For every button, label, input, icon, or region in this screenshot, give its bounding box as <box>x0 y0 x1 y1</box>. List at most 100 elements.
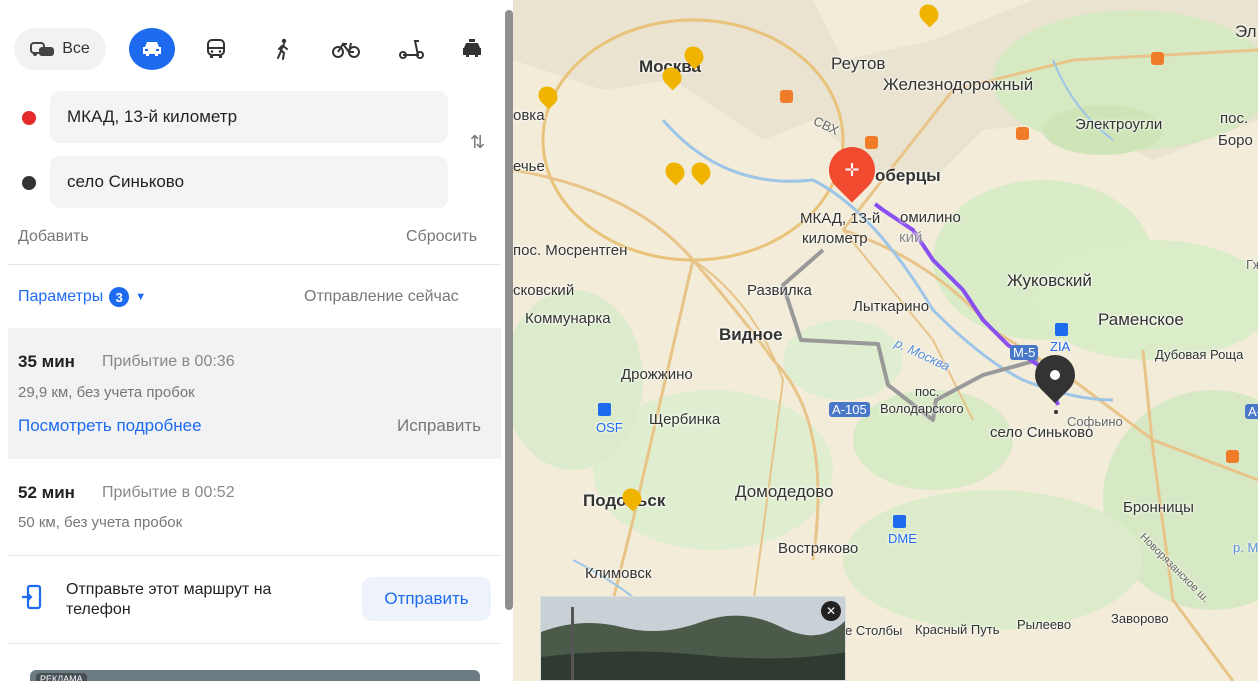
route-arrival: Прибытие в 00:36 <box>102 353 235 370</box>
mode-bus-button[interactable] <box>199 28 233 70</box>
map-label-el[interactable]: Эл <box>1235 22 1257 42</box>
parameters-label: Параметры <box>18 288 104 305</box>
map-label-boro[interactable]: Боро <box>1218 132 1253 149</box>
route-distance: 29,9 км, без учета пробок <box>18 384 195 401</box>
gas-station-icon[interactable] <box>1151 52 1164 65</box>
scooter-icon <box>398 38 426 60</box>
map-label-lytkarino[interactable]: Лыткарино <box>853 298 929 315</box>
map-label-gzh[interactable]: Гж <box>1246 257 1258 272</box>
divider <box>8 555 501 556</box>
map-label-drozhzhino[interactable]: Дрожжино <box>621 366 693 383</box>
swap-route-icon[interactable]: ⇅ <box>470 132 485 153</box>
gas-station-icon[interactable] <box>1016 127 1029 140</box>
departure-time-selector[interactable]: Отправление сейчас <box>304 288 459 306</box>
add-point-link[interactable]: Добавить <box>18 228 89 246</box>
bike-icon <box>332 39 360 59</box>
map-label-osf[interactable]: OSF <box>596 420 623 435</box>
map-label-razvilka[interactable]: Развилка <box>747 282 812 299</box>
route-option-2[interactable]: 52 мин Прибытие в 00:52 50 км, без учета… <box>8 466 501 554</box>
destination-point <box>1054 410 1058 414</box>
multimodal-icon <box>30 39 56 59</box>
panorama-image <box>541 597 845 680</box>
map-label-ramenskoye[interactable]: Раменское <box>1098 310 1184 330</box>
map-label-skovsky[interactable]: сковский <box>513 282 574 299</box>
divider <box>8 264 501 265</box>
map-label-pos[interactable]: пос. <box>1220 110 1248 127</box>
map-label-kommunarka[interactable]: Коммунарка <box>525 310 611 327</box>
route-from-value: МКАД, 13-й километр <box>67 107 238 126</box>
gas-station-icon[interactable] <box>780 90 793 103</box>
road-sign-a1[interactable]: A-1 <box>1245 404 1258 419</box>
map-label-klimovsk[interactable]: Климовск <box>585 565 651 582</box>
phone-icon <box>20 584 44 617</box>
map-label-volodarsky-pos[interactable]: пос. <box>915 384 939 399</box>
airport-icon[interactable] <box>598 403 611 416</box>
map-label-elektrougli[interactable]: Электроугли <box>1075 116 1162 133</box>
airport-icon[interactable] <box>893 515 906 528</box>
panorama-preview[interactable] <box>540 596 846 681</box>
map-label-stolby[interactable]: е Столбы <box>845 623 902 638</box>
map-label-vidnoye[interactable]: Видное <box>719 325 783 345</box>
map-canvas[interactable]: Москва Реутов Железнодорожный Электроугл… <box>513 0 1258 681</box>
route-from-input[interactable]: МКАД, 13-й километр <box>50 91 448 143</box>
route-option-1[interactable]: 35 мин Прибытие в 00:36 29,9 км, без уче… <box>8 328 501 459</box>
map-label-bronnitsy[interactable]: Бронницы <box>1123 499 1194 516</box>
map-label-ryleevo[interactable]: Рылеево <box>1017 617 1071 632</box>
panel-scrollbar[interactable] <box>505 10 513 610</box>
route-to-value: село Синьково <box>67 172 185 191</box>
mode-taxi-button[interactable] <box>454 28 490 70</box>
map-label-zavorovo[interactable]: Заворово <box>1111 611 1169 626</box>
ad-label: РЕКЛАМА <box>36 673 87 681</box>
send-to-phone-text: Отправьте этот маршрут на телефон <box>66 581 272 618</box>
route-arrival: Прибытие в 00:52 <box>102 484 235 501</box>
map-label-tomilino[interactable]: омилино <box>900 209 961 226</box>
map-label-sinkovo[interactable]: село Синьково <box>990 424 1093 441</box>
route-to-input[interactable]: село Синьково <box>50 156 448 208</box>
map-label-rechye[interactable]: ечье <box>513 158 545 175</box>
map-label-kiy[interactable]: кий <box>899 229 922 246</box>
parameters-toggle[interactable]: Параметры 3 ▼ <box>18 287 146 307</box>
close-icon[interactable]: ✕ <box>821 601 841 621</box>
map-label-mkad-1[interactable]: МКАД, 13-й <box>800 210 880 227</box>
route-panel: Все МКАД, 13-й километр село Синьково ⇅ … <box>0 0 505 681</box>
mode-car-button[interactable] <box>129 28 175 70</box>
map-label-domodedovo[interactable]: Домодедово <box>735 482 834 502</box>
map-label-mkad-2[interactable]: километр <box>802 230 868 247</box>
map-label-shcherbinka[interactable]: Щербинка <box>649 411 720 428</box>
road-sign-a105[interactable]: A-105 <box>829 402 870 417</box>
route-distance: 50 км, без учета пробок <box>18 514 183 531</box>
taxi-icon <box>460 38 484 60</box>
mode-bike-button[interactable] <box>326 28 366 70</box>
road-sign-m5[interactable]: M-5 <box>1010 345 1039 360</box>
chevron-down-icon: ▼ <box>135 291 147 303</box>
map-label-volodarsky[interactable]: Володарского <box>880 401 964 416</box>
mode-all-button[interactable]: Все <box>14 28 106 70</box>
route-details-link[interactable]: Посмотреть подробнее <box>18 416 202 436</box>
map-label-zhukovsky[interactable]: Жуковский <box>1007 271 1092 291</box>
map-label-lyubertsy[interactable]: оберцы <box>875 166 941 186</box>
map-label-ovka[interactable]: овка <box>513 107 545 124</box>
map-label-reutov[interactable]: Реутов <box>831 54 885 74</box>
map-label-krasny-put[interactable]: Красный Путь <box>915 622 1000 637</box>
map-label-dme[interactable]: DME <box>888 531 917 546</box>
end-point-icon <box>22 176 36 190</box>
route-fix-link[interactable]: Исправить <box>397 416 481 436</box>
gas-station-icon[interactable] <box>865 136 878 149</box>
gas-station-icon[interactable] <box>1226 450 1239 463</box>
map-label-zheleznodorozhny[interactable]: Железнодорожный <box>883 75 1033 95</box>
map-label-dubovaya[interactable]: Дубовая Роща <box>1155 347 1243 362</box>
map-label-zia[interactable]: ZIA <box>1050 339 1070 354</box>
route-time: 52 мин <box>18 483 75 502</box>
map-label-vostryakovo[interactable]: Востряково <box>778 540 858 557</box>
car-icon <box>140 39 164 59</box>
reset-route-link[interactable]: Сбросить <box>406 228 477 246</box>
send-to-phone-button[interactable]: Отправить <box>362 577 491 621</box>
walk-icon <box>274 38 292 60</box>
start-point-icon <box>22 111 36 125</box>
ad-banner[interactable]: РЕКЛАМА <box>30 670 480 681</box>
bus-icon <box>206 38 226 60</box>
airport-icon[interactable] <box>1055 323 1068 336</box>
mode-walk-button[interactable] <box>266 28 300 70</box>
map-label-mosrentgen[interactable]: пос. Мосрентген <box>513 242 627 259</box>
mode-scooter-button[interactable] <box>392 28 432 70</box>
